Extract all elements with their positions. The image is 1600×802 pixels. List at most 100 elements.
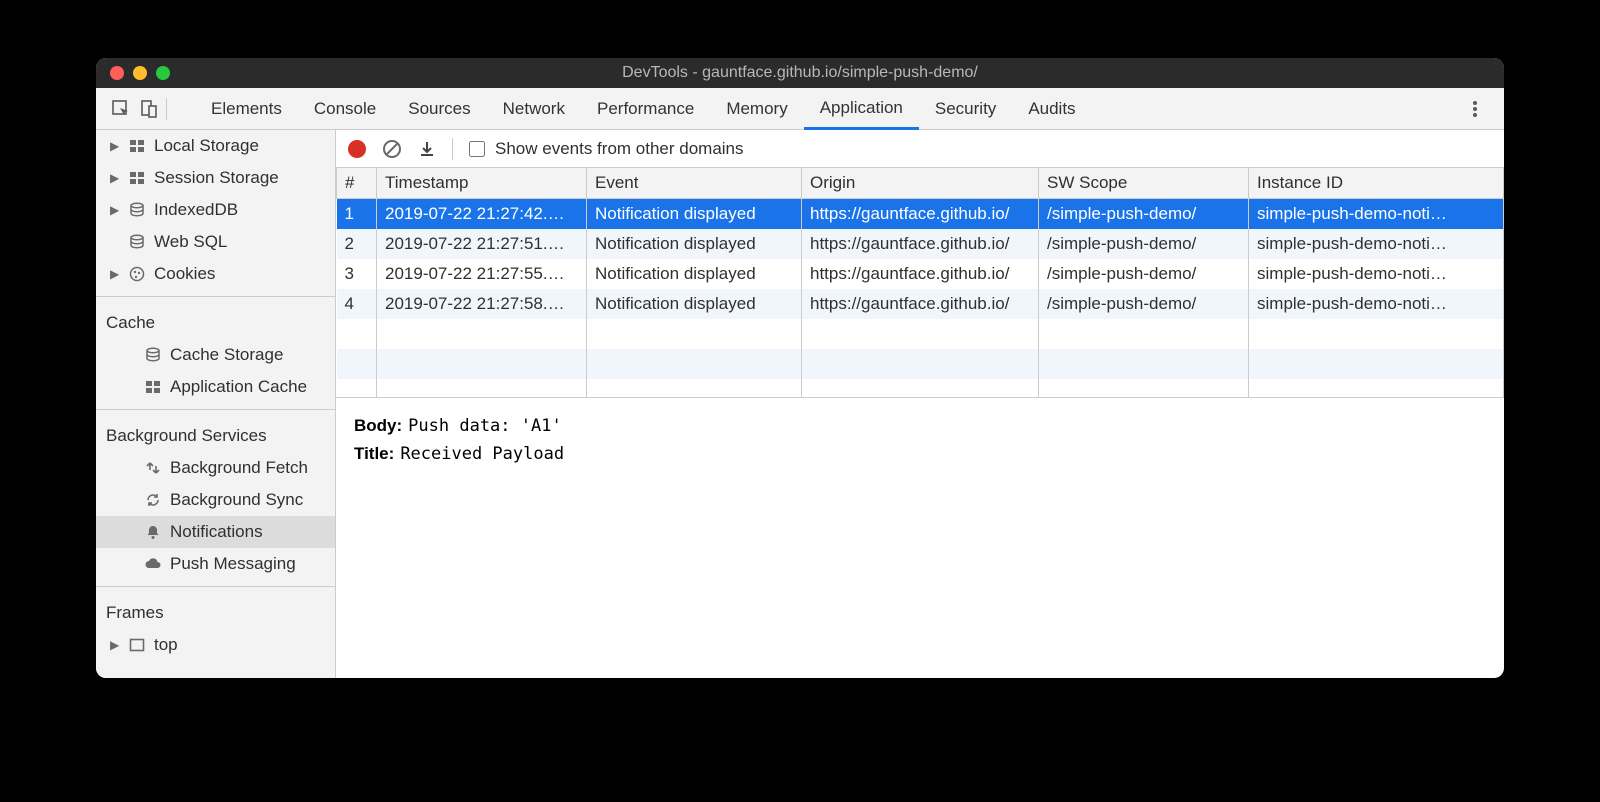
table-cell: 3 [337, 259, 377, 289]
expand-caret-icon[interactable]: ▶ [110, 198, 120, 222]
table-cell: Notification displayed [587, 229, 802, 259]
tab-memory[interactable]: Memory [710, 88, 803, 129]
table-cell: https://gauntface.github.io/ [802, 229, 1039, 259]
show-other-domains-checkbox[interactable]: Show events from other domains [469, 139, 744, 159]
events-toolbar: Show events from other domains [336, 130, 1504, 168]
column-header[interactable]: Instance ID [1249, 168, 1504, 199]
table-row[interactable]: 32019-07-22 21:27:55.…Notification displ… [337, 259, 1504, 289]
table-cell: 2019-07-22 21:27:55.… [377, 259, 587, 289]
sync-icon [144, 491, 162, 509]
db-icon [128, 233, 146, 251]
detail-title-value: Received Payload [400, 440, 564, 468]
fetch-icon [144, 459, 162, 477]
sidebar-item-push-messaging[interactable]: Push Messaging [96, 548, 335, 580]
sidebar-item-cache-storage[interactable]: Cache Storage [96, 339, 335, 371]
table-cell: /simple-push-demo/ [1039, 259, 1249, 289]
sidebar-item-label: Push Messaging [170, 552, 296, 576]
window-title: DevTools - gauntface.github.io/simple-pu… [96, 64, 1504, 82]
more-menu-icon[interactable] [1464, 98, 1486, 120]
table-row[interactable]: 42019-07-22 21:27:58.…Notification displ… [337, 289, 1504, 319]
sidebar-item-label: Background Sync [170, 488, 303, 512]
minimize-button[interactable] [133, 66, 147, 80]
table-cell: https://gauntface.github.io/ [802, 289, 1039, 319]
expand-caret-icon[interactable]: ▶ [110, 166, 120, 190]
cloud-icon [144, 555, 162, 573]
close-button[interactable] [110, 66, 124, 80]
table-cell: 2019-07-22 21:27:51.… [377, 229, 587, 259]
table-row[interactable]: 22019-07-22 21:27:51.…Notification displ… [337, 229, 1504, 259]
sidebar-item-cookies[interactable]: ▶ Cookies [96, 258, 335, 290]
tab-elements[interactable]: Elements [195, 88, 298, 129]
tab-network[interactable]: Network [487, 88, 581, 129]
table-cell: 2019-07-22 21:27:58.… [377, 289, 587, 319]
detail-body-value: Push data: 'A1' [408, 412, 562, 440]
expand-caret-icon[interactable]: ▶ [110, 633, 120, 657]
sidebar-item-background-fetch[interactable]: Background Fetch [96, 452, 335, 484]
record-button[interactable] [348, 140, 366, 158]
sidebar-item-top[interactable]: ▶ top [96, 629, 335, 661]
sidebar-item-label: Session Storage [154, 166, 279, 190]
tab-security[interactable]: Security [919, 88, 1012, 129]
tab-performance[interactable]: Performance [581, 88, 710, 129]
table-row-empty [337, 319, 1504, 349]
inspect-icon[interactable] [110, 98, 132, 120]
table-cell: https://gauntface.github.io/ [802, 259, 1039, 289]
column-header[interactable]: Event [587, 168, 802, 199]
devtools-window: DevTools - gauntface.github.io/simple-pu… [96, 58, 1504, 678]
column-header[interactable]: SW Scope [1039, 168, 1249, 199]
column-header[interactable]: Timestamp [377, 168, 587, 199]
sidebar-item-web-sql[interactable]: Web SQL [96, 226, 335, 258]
grid-icon [144, 378, 162, 396]
table-cell: /simple-push-demo/ [1039, 199, 1249, 230]
table-cell: Notification displayed [587, 259, 802, 289]
tab-console[interactable]: Console [298, 88, 392, 129]
separator [452, 138, 453, 160]
table-cell: simple-push-demo-noti… [1249, 289, 1504, 319]
event-detail: Body: Push data: 'A1' Title: Received Pa… [336, 398, 1504, 482]
table-cell: 2019-07-22 21:27:42.… [377, 199, 587, 230]
download-icon[interactable] [418, 140, 436, 158]
detail-body-label: Body: [354, 412, 402, 440]
column-header[interactable]: # [337, 168, 377, 199]
tab-audits[interactable]: Audits [1012, 88, 1091, 129]
sidebar-item-indexeddb[interactable]: ▶IndexedDB [96, 194, 335, 226]
expand-caret-icon[interactable]: ▶ [110, 134, 120, 158]
table-cell: 1 [337, 199, 377, 230]
sidebar-item-label: top [154, 633, 178, 657]
tab-application[interactable]: Application [804, 89, 919, 130]
sidebar-item-label: Application Cache [170, 375, 307, 399]
table-row-empty [337, 349, 1504, 379]
bell-icon [144, 523, 162, 541]
sidebar-item-session-storage[interactable]: ▶ Session Storage [96, 162, 335, 194]
db-icon [144, 346, 162, 364]
sidebar-item-label: Background Fetch [170, 456, 308, 480]
sidebar-item-notifications[interactable]: Notifications [96, 516, 335, 548]
table-cell: /simple-push-demo/ [1039, 229, 1249, 259]
sidebar-item-local-storage[interactable]: ▶Local Storage [96, 130, 335, 162]
expand-caret-icon[interactable]: ▶ [110, 262, 120, 286]
table-cell: 4 [337, 289, 377, 319]
separator [166, 98, 167, 120]
clear-icon[interactable] [382, 139, 402, 159]
table-row[interactable]: 12019-07-22 21:27:42.…Notification displ… [337, 199, 1504, 230]
frame-icon [128, 636, 146, 654]
sidebar-group-background-services: Background Services [96, 416, 335, 452]
sidebar-item-background-sync[interactable]: Background Sync [96, 484, 335, 516]
table-cell: Notification displayed [587, 199, 802, 230]
table-cell: https://gauntface.github.io/ [802, 199, 1039, 230]
titlebar: DevTools - gauntface.github.io/simple-pu… [96, 58, 1504, 88]
device-toggle-icon[interactable] [138, 98, 160, 120]
table-cell: Notification displayed [587, 289, 802, 319]
sidebar-item-label: Notifications [170, 520, 263, 544]
column-header[interactable]: Origin [802, 168, 1039, 199]
table-header-row: #TimestampEventOriginSW ScopeInstance ID [337, 168, 1504, 199]
sidebar-item-label: Cookies [154, 262, 215, 286]
sidebar-item-application-cache[interactable]: Application Cache [96, 371, 335, 403]
cookie-icon [128, 265, 146, 283]
zoom-button[interactable] [156, 66, 170, 80]
table-cell: simple-push-demo-noti… [1249, 259, 1504, 289]
show-other-domains-input[interactable] [469, 141, 485, 157]
db-icon [128, 201, 146, 219]
show-other-domains-label: Show events from other domains [495, 139, 744, 159]
tab-sources[interactable]: Sources [392, 88, 486, 129]
